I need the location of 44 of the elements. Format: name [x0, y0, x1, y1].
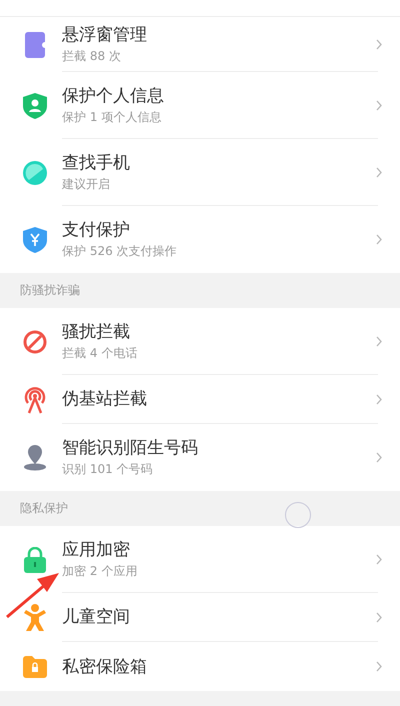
row-title: 骚扰拦截: [62, 320, 131, 342]
chevron-icon: [376, 336, 382, 347]
chevron-icon: [376, 612, 382, 623]
row-title: 支付保护: [62, 219, 131, 241]
shield-icon: [23, 226, 47, 252]
chevron-icon: [376, 452, 382, 463]
window-icon: [25, 32, 45, 58]
row-title: 保护个人信息: [62, 84, 165, 106]
chevron-icon: [376, 394, 382, 405]
row-subtitle: 建议开启: [62, 176, 111, 192]
folder-lock-icon: [23, 656, 47, 678]
antenna-icon: [23, 386, 47, 414]
row-subtitle: 拦截 4 个电话: [62, 344, 138, 362]
row-title: 悬浮窗管理: [62, 24, 148, 46]
settings-row[interactable]: 私密保险箱: [0, 642, 400, 691]
chevron-icon: [376, 554, 382, 565]
row-subtitle: 保护 526 次支付操作: [62, 243, 178, 260]
chevron-icon: [376, 234, 382, 245]
row-title: 查找手机: [62, 152, 131, 174]
row-title: 应用加密: [62, 538, 131, 560]
person-figure-icon: [23, 604, 47, 632]
lock-icon: [24, 546, 46, 572]
chevron-icon: [376, 167, 382, 178]
row-title: 伪基站拦截: [62, 388, 148, 410]
arrow-annotation: [4, 570, 60, 620]
settings-row[interactable]: 智能识别陌生号码 识别 101 个号码: [0, 424, 400, 491]
row-title: 儿童空间: [62, 606, 131, 628]
circle-icon: [23, 160, 47, 184]
row-title: 私密保险箱: [62, 656, 148, 678]
block-icon: [23, 330, 47, 354]
location-pin-icon: [23, 444, 47, 470]
row-title: 智能识别陌生号码: [62, 437, 199, 459]
section-header: 隐私保护: [20, 500, 68, 516]
settings-row[interactable]: 支付保护 保护 526 次支付操作: [0, 206, 400, 273]
touch-indicator: [285, 502, 311, 528]
shield-user-icon: [23, 92, 47, 118]
chevron-icon: [376, 661, 382, 672]
chevron-icon: [376, 39, 382, 50]
row-subtitle: 加密 2 个应用: [62, 562, 138, 580]
row-subtitle: 拦截 88 次: [62, 48, 122, 64]
row-subtitle: 保护 1 项个人信息: [62, 108, 162, 126]
section-header: 防骚扰诈骗: [20, 282, 80, 298]
row-subtitle: 识别 101 个号码: [62, 461, 154, 478]
chevron-icon: [376, 100, 382, 111]
